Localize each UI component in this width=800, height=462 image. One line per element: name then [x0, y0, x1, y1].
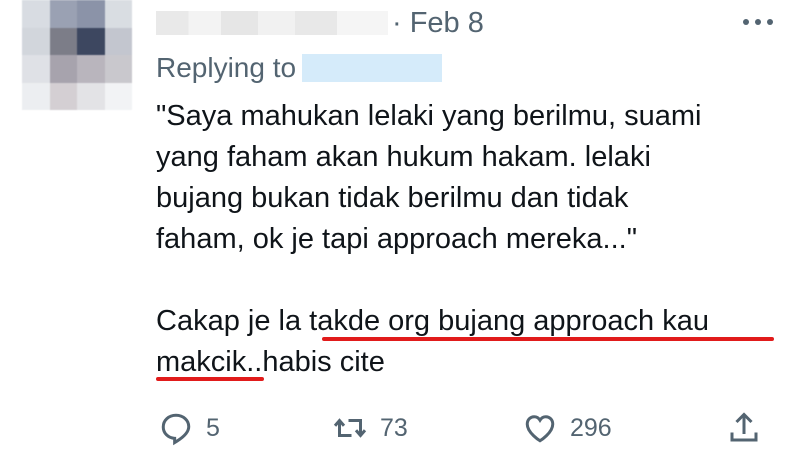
tweet-date[interactable]: · Feb 8 [392, 7, 484, 40]
retweet-count: 73 [380, 413, 408, 442]
author-name-redacted[interactable] [156, 11, 388, 35]
tweet-header: · Feb 8 [156, 6, 484, 40]
retweet-icon [333, 418, 367, 438]
avatar[interactable] [22, 0, 132, 110]
like-icon [525, 415, 555, 443]
like-count: 296 [570, 413, 612, 442]
share-button[interactable] [726, 404, 762, 452]
share-icon [730, 412, 758, 442]
red-underline-2 [156, 377, 264, 381]
replying-to-label: Replying to [156, 52, 297, 83]
retweet-button[interactable]: 73 [332, 404, 408, 452]
reply-icon [161, 413, 191, 446]
reply-button[interactable]: 5 [158, 404, 220, 452]
replied-handle-redacted[interactable] [302, 54, 443, 82]
replying-to: Replying to [156, 52, 443, 84]
like-button[interactable]: 296 [522, 404, 612, 452]
red-underline-1 [322, 337, 774, 341]
more-icon[interactable] [738, 12, 778, 32]
reply-count: 5 [206, 413, 220, 442]
tweet-actions: 5 73 296 [150, 404, 790, 454]
